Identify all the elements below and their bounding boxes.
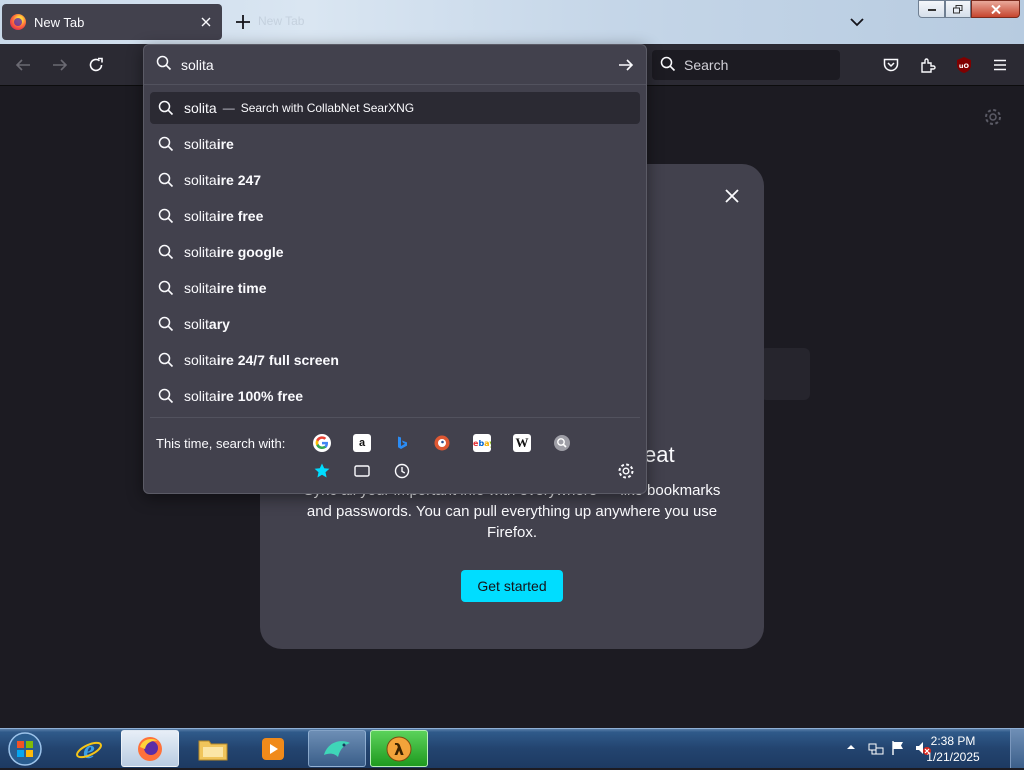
divider: [150, 417, 640, 418]
taskbar-firefox-icon[interactable]: [121, 730, 179, 767]
taskbar-file-explorer-icon[interactable]: [184, 730, 242, 767]
window-controls: [918, 0, 1020, 18]
suggestion-completion-text: ire: [216, 136, 234, 152]
urlbar-input[interactable]: solita: [181, 57, 214, 73]
list-all-tabs-chevron-icon[interactable]: [846, 12, 868, 32]
search-icon: [158, 280, 174, 296]
search-icon: [158, 244, 174, 260]
search-icon: [158, 388, 174, 404]
suggestion-completion-text: ire google: [216, 244, 284, 260]
action-center-flag-icon[interactable]: [890, 740, 906, 759]
search-placeholder: Search: [684, 57, 729, 73]
ghost-tab-title: New Tab: [258, 14, 305, 28]
one-off-label: This time, search with:: [156, 436, 286, 451]
search-suggestion[interactable]: solit ary: [150, 308, 640, 340]
svg-text:ebay: ebay: [473, 439, 491, 448]
tab-title: New Tab: [34, 14, 85, 30]
result-text: solita: [184, 100, 217, 116]
bing-engine-icon[interactable]: [393, 434, 411, 452]
search-icon: [660, 56, 676, 75]
search-icon: [158, 352, 174, 368]
suggestion-completion-text: ire 100% free: [216, 388, 304, 404]
network-icon[interactable]: [868, 740, 884, 759]
result-action: Search with CollabNet SearXNG: [240, 101, 415, 115]
tab-close-icon[interactable]: [198, 14, 214, 30]
clock-date[interactable]: 1/21/2025: [908, 750, 998, 764]
search-result-heuristic[interactable]: solita — Search with CollabNet SearXNG: [150, 92, 640, 124]
tab-new-tab[interactable]: New Tab: [2, 4, 222, 40]
search-suggestion[interactable]: solita ire 100% free: [150, 380, 640, 412]
card-heading: eat: [644, 442, 675, 467]
suggestion-typed-text: solita: [184, 388, 217, 404]
search-icon: [158, 100, 174, 116]
show-desktop-button[interactable]: [1010, 729, 1024, 768]
search-suggestion[interactable]: solita ire free: [150, 200, 640, 232]
tab-strip: New Tab New Tab: [0, 0, 1024, 44]
taskbar-internet-explorer-icon[interactable]: e: [60, 730, 118, 767]
result-separator: —: [222, 101, 235, 115]
wikipedia-engine-icon[interactable]: W: [513, 434, 531, 452]
placeholder-tile: [760, 348, 810, 400]
suggestion-typed-text: solita: [184, 136, 217, 152]
clock-time[interactable]: 2:38 PM: [908, 734, 998, 748]
bookmarks-star-icon[interactable]: [313, 462, 331, 480]
generic-search-engine-icon[interactable]: [553, 434, 571, 452]
duckduckgo-engine-icon[interactable]: [433, 434, 451, 452]
get-started-button[interactable]: Get started: [461, 570, 563, 602]
suggestion-completion-text: ire time: [216, 280, 267, 296]
page-settings-gear-icon[interactable]: [982, 106, 1004, 128]
search-suggestion[interactable]: solita ire 24/7 full screen: [150, 344, 640, 376]
forward-arrow-icon[interactable]: [49, 54, 71, 76]
show-hidden-icons-arrow-icon[interactable]: [846, 741, 856, 755]
suggestion-typed-text: solita: [184, 172, 217, 188]
taskbar-media-player-icon[interactable]: [244, 730, 302, 767]
window-close-button[interactable]: [971, 0, 1020, 18]
search-icon: [158, 316, 174, 332]
google-engine-icon[interactable]: [313, 434, 331, 452]
search-icon: [158, 172, 174, 188]
extensions-icon[interactable]: [917, 54, 939, 76]
new-tab-button[interactable]: [232, 11, 254, 33]
restore-button[interactable]: [945, 0, 971, 18]
urlbar-dropdown: solita solita — Search with CollabNet Se…: [143, 44, 647, 494]
search-suggestion[interactable]: solita ire: [150, 128, 640, 160]
suggestion-completion-text: ire free: [216, 208, 264, 224]
hamburger-menu-icon[interactable]: [989, 54, 1011, 76]
suggestion-completion-text: ary: [208, 316, 230, 332]
search-icon: [158, 208, 174, 224]
amazon-engine-icon[interactable]: a: [353, 434, 371, 452]
back-arrow-icon[interactable]: [12, 54, 34, 76]
tabs-icon[interactable]: [353, 462, 371, 480]
search-icon: [158, 136, 174, 152]
suggestion-typed-text: solita: [184, 280, 217, 296]
reload-icon[interactable]: [85, 54, 107, 76]
ebay-engine-icon[interactable]: ebay: [473, 434, 491, 452]
start-button[interactable]: [3, 731, 47, 767]
urlbar-input-row[interactable]: solita: [144, 45, 646, 85]
go-arrow-icon[interactable]: [616, 55, 636, 75]
search-suggestion[interactable]: solita ire 247: [150, 164, 640, 196]
suggestion-typed-text: solita: [184, 244, 217, 260]
search-icon: [156, 55, 172, 74]
suggestion-completion-text: ire 24/7 full screen: [216, 352, 339, 368]
search-suggestion[interactable]: solita ire time: [150, 272, 640, 304]
search-suggestion[interactable]: solita ire google: [150, 236, 640, 268]
firefox-icon: [10, 14, 26, 30]
taskbar-app-bird-icon[interactable]: [308, 730, 366, 767]
taskbar-half-life-icon[interactable]: λ: [370, 730, 428, 767]
search-settings-gear-icon[interactable]: [616, 461, 636, 481]
svg-text:e: e: [83, 735, 95, 764]
ublock-origin-icon[interactable]: uO: [953, 54, 975, 76]
toolbar-search-box[interactable]: Search: [652, 50, 840, 80]
pocket-icon[interactable]: [880, 54, 902, 76]
suggestion-typed-text: solita: [184, 208, 217, 224]
minimize-button[interactable]: [918, 0, 945, 18]
suggestion-typed-text: solit: [184, 316, 209, 332]
card-close-icon[interactable]: [720, 184, 744, 208]
history-clock-icon[interactable]: [393, 462, 411, 480]
suggestion-completion-text: ire 247: [216, 172, 262, 188]
suggestion-typed-text: solita: [184, 352, 217, 368]
svg-text:λ: λ: [394, 740, 404, 759]
svg-text:uO: uO: [959, 62, 970, 70]
